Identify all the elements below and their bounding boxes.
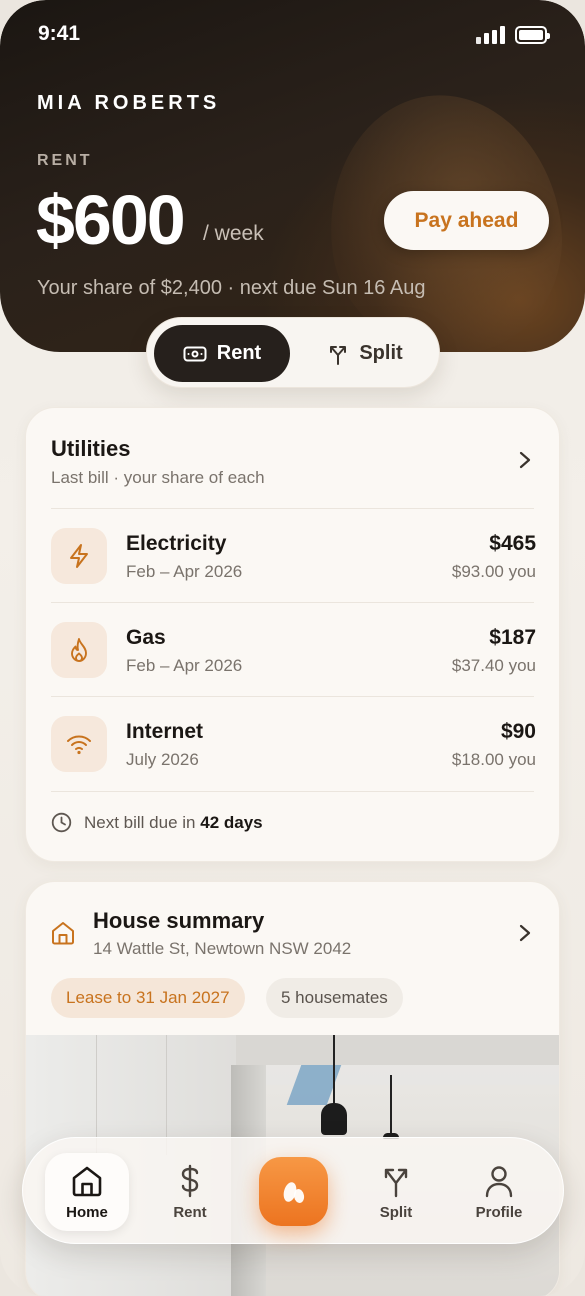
utility-total: $90 (500, 720, 536, 743)
rent-label: RENT (37, 152, 93, 169)
status-icons (476, 26, 550, 44)
app-screen: 9:41 MIA ROBERTS RENT $600 / week Your s… (0, 0, 585, 1296)
chevron-right-icon[interactable] (519, 451, 531, 469)
cash-icon (183, 346, 207, 361)
rent-split-toggle: Rent Split (146, 317, 440, 388)
nav-split[interactable]: Split (354, 1153, 438, 1231)
app-logo-button[interactable] (259, 1157, 328, 1226)
utility-name: Internet (126, 720, 204, 743)
utility-row-internet[interactable]: Internet July 2026 $90 $18.00 you (26, 696, 561, 790)
status-time: 9:41 (38, 22, 81, 45)
clock-icon (51, 812, 72, 833)
house-icon (52, 922, 74, 945)
utility-name: Electricity (126, 532, 227, 555)
lease-chip: Lease to 31 Jan 2027 (51, 978, 245, 1018)
utility-total: $187 (489, 626, 536, 649)
bottom-nav: Home Rent Split Profile (22, 1137, 564, 1244)
app-logo-icon (283, 1181, 304, 1203)
next-bill-notice: Next bill due in 42 days (51, 812, 263, 833)
split-arrows-icon (384, 1168, 408, 1197)
house-title: House summary (93, 908, 265, 933)
utility-name: Gas (126, 626, 166, 649)
battery-icon (515, 26, 550, 44)
nav-rent[interactable]: Rent (148, 1153, 232, 1231)
nav-profile-label: Profile (475, 1203, 523, 1221)
chevron-right-icon[interactable] (519, 924, 531, 942)
split-arrows-icon (330, 345, 347, 365)
next-bill-days: 42 days (200, 812, 263, 832)
rent-hero: 9:41 MIA ROBERTS RENT $600 / week Your s… (0, 0, 585, 352)
pay-ahead-button[interactable]: Pay ahead (384, 191, 549, 250)
utility-your-share: $93.00 you (451, 562, 536, 581)
signal-icon (476, 26, 505, 44)
utility-your-share: $18.00 you (451, 750, 536, 769)
nav-rent-label: Rent (173, 1203, 207, 1221)
user-icon (485, 1165, 513, 1197)
segment-rent-label: Rent (216, 342, 262, 364)
utility-total: $465 (489, 532, 536, 555)
wifi-icon (51, 716, 107, 772)
nav-home-label: Home (66, 1203, 108, 1221)
segment-split[interactable]: Split (297, 325, 433, 382)
divider (51, 791, 534, 792)
utilities-card[interactable]: Utilities Last bill · your share of each… (25, 407, 560, 862)
nav-split-label: Split (379, 1203, 413, 1221)
utility-period: Feb – Apr 2026 (126, 562, 243, 581)
utility-period: Feb – Apr 2026 (126, 656, 243, 675)
next-bill-prefix: Next bill due in (84, 812, 196, 832)
dollar-icon (181, 1164, 199, 1197)
housemates-chip[interactable]: 5 housemates (266, 978, 403, 1018)
utilities-title: Utilities (51, 436, 131, 461)
nav-home[interactable]: Home (45, 1153, 129, 1231)
utility-period: July 2026 (126, 750, 199, 769)
lightning-icon (51, 528, 107, 584)
rent-period: / week (203, 222, 264, 245)
utility-row-gas[interactable]: Gas Feb – Apr 2026 $187 $37.40 you (26, 602, 561, 696)
flame-icon (51, 622, 107, 678)
house-address: 14 Wattle St, Newtown NSW 2042 (93, 939, 352, 958)
utilities-subtitle: Last bill · your share of each (51, 468, 265, 487)
utility-row-electricity[interactable]: Electricity Feb – Apr 2026 $465 $93.00 y… (26, 508, 561, 602)
segment-rent[interactable]: Rent (154, 325, 290, 382)
rent-amount: $600 (36, 181, 186, 259)
nav-profile[interactable]: Profile (457, 1153, 541, 1231)
utility-your-share: $37.40 you (451, 656, 536, 675)
segment-split-label: Split (359, 342, 403, 364)
user-name: MIA ROBERTS (37, 92, 221, 114)
home-icon (72, 1166, 102, 1196)
rent-share-text: Your share of $2,400 · next due Sun 16 A… (37, 277, 426, 299)
